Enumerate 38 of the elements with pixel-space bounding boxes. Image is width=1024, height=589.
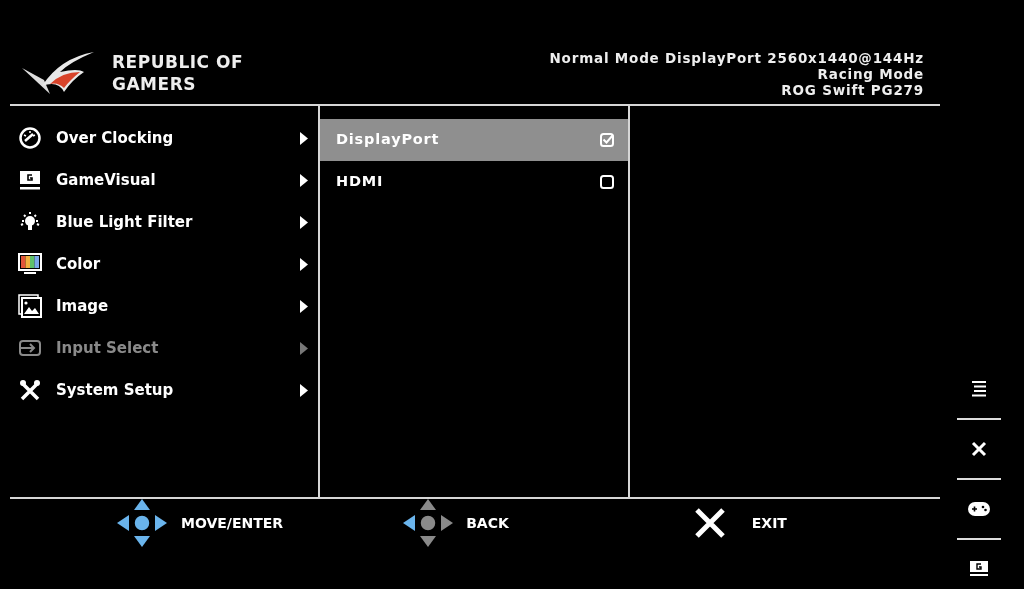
close-icon[interactable] — [971, 441, 987, 457]
monitor-icon — [18, 168, 42, 192]
close-icon — [693, 507, 726, 539]
menu-item[interactable]: Image — [56, 294, 300, 318]
menu-icon[interactable] — [971, 381, 987, 397]
arrow-icon — [300, 341, 308, 355]
menu-item[interactable]: Color — [56, 252, 300, 276]
tools-icon — [18, 378, 42, 402]
logo-text: REPUBLIC OF GAMERS — [112, 51, 244, 95]
arrow-icon — [300, 131, 308, 145]
status-text: ROG Swift PG279 — [781, 82, 924, 98]
status-text: Racing Mode — [817, 66, 924, 82]
legend-label: BACK — [466, 513, 509, 533]
checkbox[interactable] — [600, 133, 614, 147]
menu-item[interactable]: Input Select — [56, 336, 300, 360]
direction-pad-icon — [403, 499, 454, 547]
color-bars-icon — [18, 252, 42, 276]
option-label: DisplayPort — [336, 130, 441, 150]
menu-item[interactable]: System Setup — [56, 378, 300, 402]
checkbox[interactable] — [600, 175, 614, 189]
direction-pad-icon — [117, 499, 167, 547]
gauge-icon — [18, 126, 42, 150]
arrow-icon — [300, 299, 308, 313]
option-row[interactable]: HDMI — [320, 161, 628, 203]
menu-item[interactable]: GameVisual — [56, 168, 300, 192]
menu-item[interactable]: Blue Light Filter — [56, 210, 300, 234]
arrow-icon — [300, 173, 308, 187]
monitor-icon[interactable] — [970, 561, 988, 577]
gamepad-icon[interactable] — [968, 502, 990, 516]
legend-label: EXIT — [751, 513, 787, 533]
legend-label: MOVE/ENTER — [181, 513, 284, 533]
status-text: Normal Mode DisplayPort 2560x1440@144Hz — [549, 50, 924, 66]
option-label: HDMI — [336, 172, 385, 192]
image-icon — [18, 294, 42, 318]
arrow-icon — [300, 257, 308, 271]
arrow-icon — [300, 383, 308, 397]
menu-item[interactable]: Over Clocking — [56, 126, 300, 150]
arrow-icon — [300, 215, 308, 229]
